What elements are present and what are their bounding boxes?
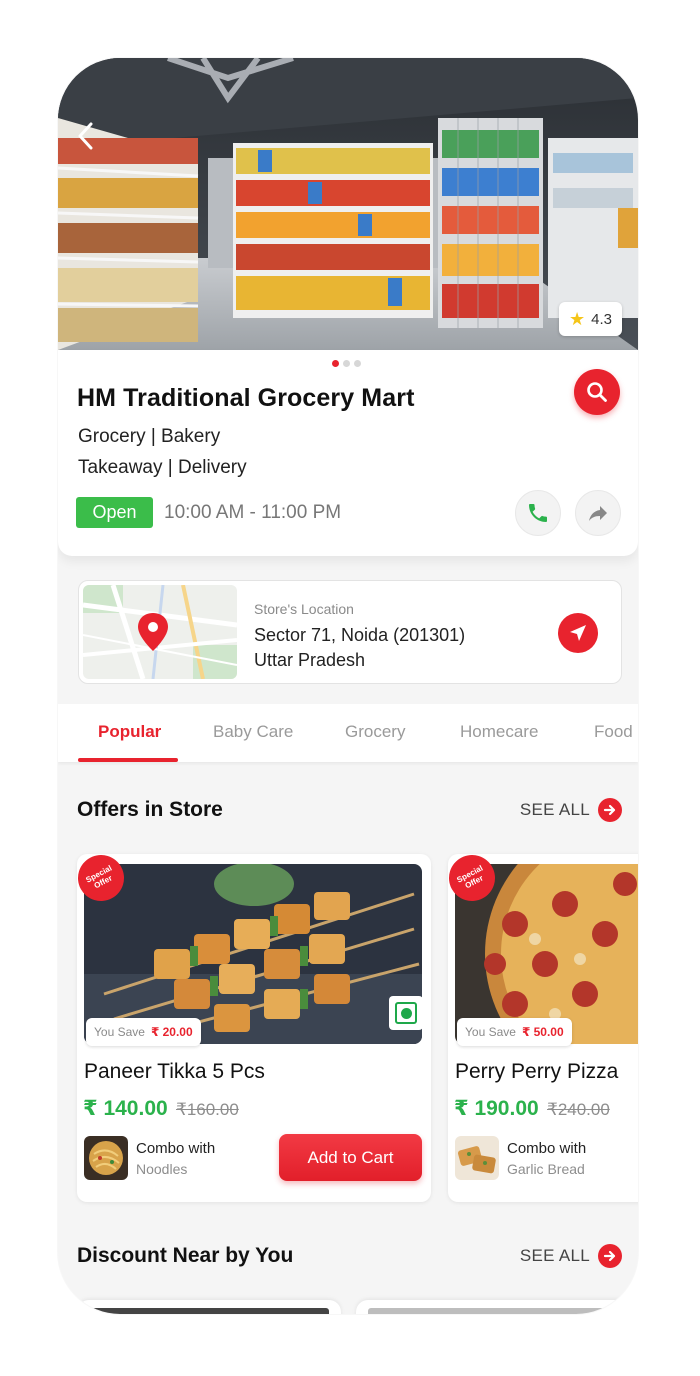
call-button[interactable] [515,490,561,536]
tab-popular[interactable]: Popular [98,722,161,742]
offers-see-all-button[interactable]: SEE ALL [520,798,622,822]
carousel-dot[interactable] [354,360,361,367]
map-thumbnail[interactable] [83,585,237,679]
tab-grocery[interactable]: Grocery [345,722,405,742]
discount-card[interactable] [356,1300,638,1314]
product-price: ₹ 190.00 [454,1097,539,1120]
offers-section-title: Offers in Store [77,798,223,821]
combo-title: Combo with [136,1140,216,1157]
add-to-cart-button[interactable]: Add to Cart [279,1134,422,1181]
carousel-indicator [332,360,361,367]
combo-thumbnail [84,1136,128,1180]
rating-value: 4.3 [591,310,612,328]
combo-item: Garlic Bread [507,1161,585,1177]
product-image [84,864,422,1044]
see-all-label: SEE ALL [519,1246,590,1265]
store-info-card: HM Traditional Grocery Mart Grocery | Ba… [58,350,638,556]
store-name: HM Traditional Grocery Mart [77,384,415,412]
product-price: ₹ 140.00 [83,1097,168,1120]
address-line-2: Uttar Pradesh [254,650,366,670]
tab-baby-care[interactable]: Baby Care [213,722,293,742]
arrow-right-icon [598,1244,622,1268]
offer-card[interactable]: Special Offer You Save ₹ 50.00 Perry Perr… [448,854,638,1202]
search-icon [587,382,607,402]
combo-title: Combo with [507,1140,587,1157]
store-location-card[interactable]: Store's Location Sector 71, Noida (20130… [78,580,622,684]
noodles-image [84,1136,128,1180]
carousel-dot[interactable] [343,360,350,367]
search-button[interactable] [574,369,620,415]
save-amount: ₹ 50.00 [521,1025,564,1039]
store-hero-image: ★ 4.3 [58,58,638,350]
active-tab-indicator [78,758,178,762]
you-save-pill: You Save ₹ 50.00 [457,1018,572,1046]
back-button[interactable] [72,118,100,154]
location-caption: Store's Location [254,601,354,617]
tab-homecare[interactable]: Homecare [460,722,538,742]
save-label: You Save [465,1025,516,1039]
veg-icon [389,996,423,1030]
store-services: Takeaway | Delivery [78,457,247,478]
rating-badge: ★ 4.3 [559,302,622,336]
category-tabs: Popular Baby Care Grocery Homecare Food [58,704,638,762]
tab-food[interactable]: Food [594,722,633,742]
product-name: Paneer Tikka 5 Pcs [84,1060,265,1083]
share-icon [589,506,607,521]
store-categories: Grocery | Bakery [78,426,221,447]
grocery-aisle-illustration [58,58,638,350]
star-icon: ★ [569,309,586,329]
carousel-dot[interactable] [332,360,339,367]
navigate-button[interactable] [558,613,598,653]
product-original-price: ₹160.00 [176,1100,239,1119]
status-badge: Open [76,497,153,528]
product-original-price: ₹240.00 [547,1100,610,1119]
see-all-label: SEE ALL [519,800,590,819]
map-image [83,585,237,679]
paneer-tikka-image [84,864,422,1044]
phone-icon [529,504,547,522]
you-save-pill: You Save ₹ 20.00 [86,1018,201,1046]
discount-see-all-button[interactable]: SEE ALL [520,1244,622,1268]
phone-screen: ★ 4.3 HM Traditional Grocery Mart Grocer… [58,58,638,1314]
product-name: Perry Perry Pizza [455,1060,619,1083]
save-label: You Save [94,1025,145,1039]
address-line-1: Sector 71, Noida (201301) [254,625,466,645]
store-address: Sector 71, Noida (201301) Uttar Pradesh [254,623,465,673]
save-amount: ₹ 20.00 [150,1025,193,1039]
combo-item: Noodles [136,1161,188,1177]
garlic-bread-image [455,1136,499,1180]
discount-section-title: Discount Near by You [77,1244,294,1267]
offer-card[interactable]: Special Offer You Save ₹ 20.00 Paneer Tik… [77,854,431,1202]
chevron-left-icon [78,122,93,150]
store-hours: 10:00 AM - 11:00 PM [164,502,342,523]
combo-thumbnail [455,1136,499,1180]
share-button[interactable] [575,490,621,536]
arrow-right-icon [598,798,622,822]
navigation-arrow-icon [570,625,586,641]
discount-card[interactable] [77,1300,341,1314]
